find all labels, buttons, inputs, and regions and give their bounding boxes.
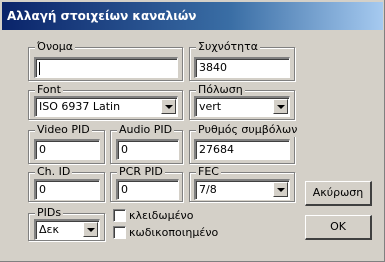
locked-checkbox[interactable] [113,209,126,222]
cancel-button[interactable]: Ακύρωση [305,181,372,206]
chevron-down-icon[interactable] [161,99,176,114]
frequency-input[interactable]: 3840 [194,57,290,78]
chevron-down-icon[interactable] [83,222,98,237]
video-pid-label: Video PID [35,123,92,137]
name-input[interactable] [34,57,178,78]
font-value: ISO 6937 Latin [39,100,121,113]
polarization-label: Πόλωση [196,83,245,97]
chevron-down-icon[interactable] [273,182,288,197]
ch-id-label: Ch. ID [35,165,73,179]
fec-select[interactable]: 7/8 [194,179,290,200]
pids-select[interactable]: Δεκ [34,219,100,240]
audio-pid-label: Audio PID [117,123,175,137]
window-title: Αλλαγή στοιχείων καναλιών [2,2,383,30]
symbol-rate-label: Ρυθμός συμβόλων [196,123,300,137]
polarization-value: vert [199,100,222,113]
chevron-down-icon[interactable] [273,99,288,114]
fec-label: FEC [196,165,221,179]
ok-button[interactable]: OK [305,215,372,240]
encrypted-label: κωδικοποιημένο [129,226,219,239]
polarization-select[interactable]: vert [194,96,290,117]
symbol-rate-input[interactable]: 27684 [194,139,290,160]
font-select[interactable]: ISO 6937 Latin [34,96,178,117]
pids-label: PIDs [35,206,64,220]
encrypted-checkbox[interactable] [113,226,126,239]
fec-value: 7/8 [199,183,217,196]
name-label: Όνομα [35,40,76,54]
edit-channel-dialog: Αλλαγή στοιχείων καναλιών Όνομα Συχνότητ… [0,0,385,262]
ch-id-input[interactable]: 0 [34,179,100,200]
font-label: Font [35,83,63,97]
pcr-pid-input[interactable]: 0 [116,179,179,200]
audio-pid-input[interactable]: 0 [116,139,179,160]
pcr-pid-label: PCR PID [117,165,165,179]
text-caret [39,61,40,75]
video-pid-input[interactable]: 0 [34,139,100,160]
pids-value: Δεκ [39,223,59,236]
frequency-label: Συχνότητα [196,40,261,54]
locked-label: κλειδωμένο [129,209,194,222]
